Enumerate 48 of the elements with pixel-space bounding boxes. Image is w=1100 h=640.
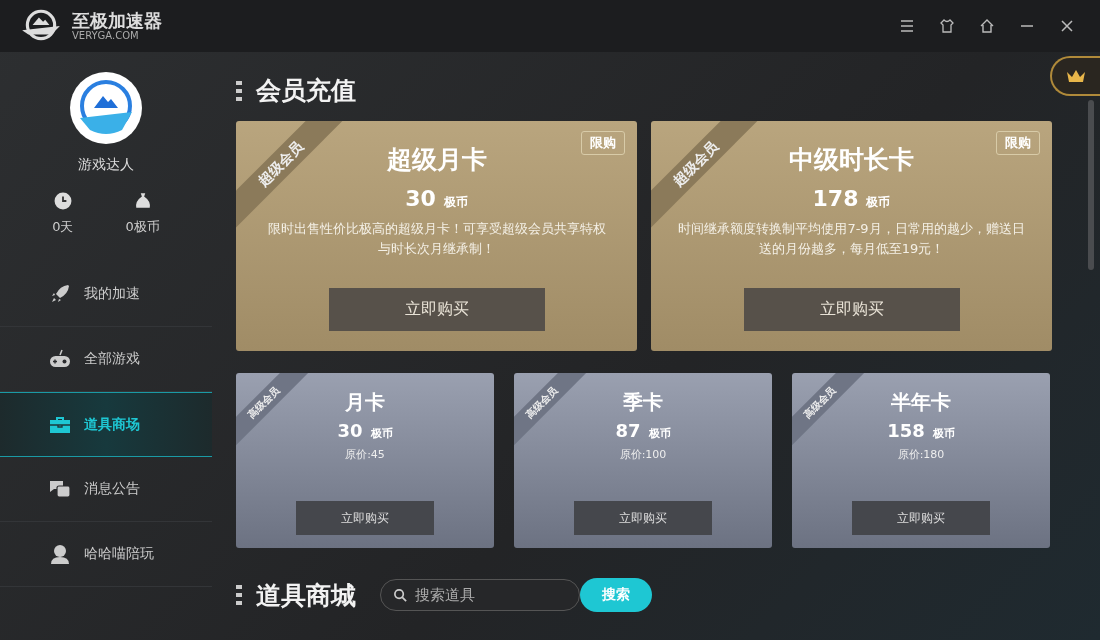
price-unit: 极币 xyxy=(370,426,393,441)
limited-badge: 限购 xyxy=(996,131,1040,155)
buy-button[interactable]: 立即购买 xyxy=(743,288,960,331)
limited-badge: 限购 xyxy=(581,131,625,155)
card-title: 季卡 xyxy=(623,389,663,416)
original-price: 原价:45 xyxy=(345,447,385,462)
user-name: 游戏达人 xyxy=(78,156,134,174)
price: 87 xyxy=(615,420,641,441)
buy-button[interactable]: 立即购买 xyxy=(296,501,434,535)
price: 178 xyxy=(812,186,859,211)
money-bag-icon xyxy=(133,192,152,210)
search-icon xyxy=(393,588,408,603)
sidebar-item[interactable]: 我的加速 xyxy=(0,262,212,327)
logo-icon xyxy=(20,9,62,43)
card-title: 中级时长卡 xyxy=(789,144,914,176)
price-unit: 极币 xyxy=(866,194,891,211)
sidebar-item[interactable]: 哈哈喵陪玩 xyxy=(0,522,212,587)
card-title: 月卡 xyxy=(345,389,385,416)
section-title: 道具商城 xyxy=(256,579,356,612)
person-icon xyxy=(48,542,72,566)
original-price: 原价:180 xyxy=(897,447,945,462)
clock-icon xyxy=(53,192,72,210)
coin-balance: 0极币 xyxy=(125,218,160,236)
price-unit: 极币 xyxy=(443,194,468,211)
sidebar-item[interactable]: 消息公告 xyxy=(0,457,212,522)
price: 158 xyxy=(887,420,925,441)
avatar[interactable] xyxy=(70,72,142,144)
app-domain: VERYGA.COM xyxy=(72,30,140,42)
card-title: 超级月卡 xyxy=(386,144,487,176)
price-unit: 极币 xyxy=(648,426,671,441)
price: 30 xyxy=(337,420,363,441)
price: 30 xyxy=(405,186,436,211)
section-marker-icon xyxy=(236,80,242,101)
app-name: 至极加速器 xyxy=(72,10,162,31)
card-title: 半年卡 xyxy=(891,389,951,416)
original-price: 原价:100 xyxy=(619,447,667,462)
crown-tab[interactable] xyxy=(1050,56,1100,96)
section-title: 会员充值 xyxy=(256,75,356,107)
section-marker-icon xyxy=(236,585,242,605)
buy-button[interactable]: 立即购买 xyxy=(574,501,712,535)
crown-icon xyxy=(1066,68,1086,84)
buy-button[interactable]: 立即购买 xyxy=(852,501,990,535)
sidebar-item[interactable]: 道具商场 xyxy=(0,392,212,457)
price-unit: 极币 xyxy=(932,426,955,441)
search-field[interactable]: 搜索道具 xyxy=(380,579,580,611)
buy-button[interactable]: 立即购买 xyxy=(328,288,545,331)
scrollbar[interactable] xyxy=(1088,100,1094,270)
days-remaining: 0天 xyxy=(52,218,74,236)
